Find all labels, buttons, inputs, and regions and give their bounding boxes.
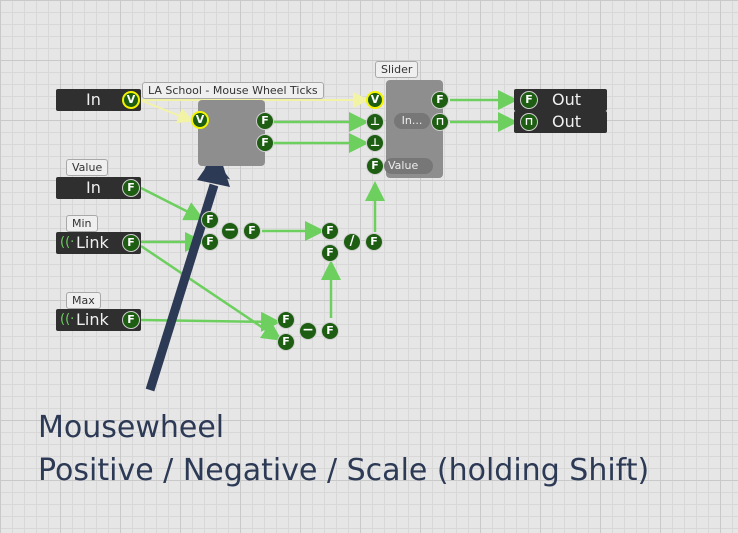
min-tag: Min [66, 215, 98, 232]
max-node-port[interactable]: F [122, 311, 140, 329]
caption-line-2: Positive / Negative / Scale (holding Shi… [38, 453, 650, 488]
min-node-port[interactable]: F [122, 234, 140, 252]
wire-max-to-sub2 [140, 311, 281, 332]
sub-top-in-2[interactable]: F [201, 233, 219, 251]
max-node[interactable]: ((· Link F [56, 309, 141, 331]
out-node-1[interactable]: F Out [514, 89, 607, 111]
min-node[interactable]: ((· Link F [56, 232, 141, 254]
div-in-1[interactable]: F [321, 222, 339, 240]
div-out[interactable]: F [365, 233, 383, 251]
max-tag: Max [66, 292, 101, 309]
in-node-port[interactable]: V [122, 91, 140, 109]
in-node[interactable]: In V [56, 89, 141, 111]
wire-in-to-center [139, 99, 194, 123]
slider-out-port-trigger[interactable]: ⊓ [431, 113, 449, 131]
div-op: / [343, 233, 361, 251]
slider-tag: Slider [375, 61, 419, 78]
min-node-label: Link [76, 233, 109, 252]
slider-in-pill: In... [394, 113, 430, 129]
out-node-1-label: Out [552, 90, 582, 109]
mouse-wheel-out-port-1[interactable]: F [256, 112, 274, 130]
out-node-2[interactable]: ⊓ Out [514, 111, 607, 133]
value-node-label: In [86, 178, 101, 197]
link-icon: ((· [60, 235, 75, 250]
out-node-2-label: Out [552, 112, 582, 131]
max-node-label: Link [76, 310, 109, 329]
out-node-1-port[interactable]: F [520, 91, 538, 109]
link-icon: ((· [60, 312, 75, 327]
mouse-wheel-out-port-2[interactable]: F [256, 134, 274, 152]
annotation-arrow [145, 150, 231, 392]
mouse-wheel-node[interactable]: V F F [191, 100, 274, 166]
caption-line-1: Mousewheel [38, 410, 225, 445]
sub-bottom-in-1[interactable]: F [277, 311, 295, 329]
slider-out-port-f[interactable]: F [431, 91, 449, 109]
slider-up-port[interactable]: ⊥ [366, 113, 384, 131]
wire-min-to-sub2 [140, 244, 283, 341]
sub-bottom-op: − [299, 322, 317, 340]
value-node[interactable]: In F [56, 177, 141, 199]
slider-down-port[interactable]: ⊥ [366, 134, 384, 152]
sub-top-out[interactable]: F [243, 222, 261, 240]
slider-value-pill: Value [384, 158, 433, 174]
title-tag: LA School - Mouse Wheel Ticks [142, 82, 324, 99]
slider-value-port[interactable]: F [366, 157, 384, 175]
sub-bottom-in-2[interactable]: F [277, 333, 295, 351]
sub-top-op: − [221, 222, 239, 240]
out-node-2-port[interactable]: ⊓ [520, 113, 538, 131]
sub-top-in-1[interactable]: F [201, 211, 219, 229]
value-tag: Value [66, 159, 109, 176]
in-node-label: In [86, 90, 101, 109]
div-in-2[interactable]: F [321, 244, 339, 262]
value-node-port[interactable]: F [122, 179, 140, 197]
slider-node[interactable]: V ⊥ ⊥ F Value In... F ⊓ [366, 80, 449, 178]
mouse-wheel-in-port[interactable]: V [191, 111, 209, 129]
wire-value-to-sub [140, 186, 205, 221]
sub-bottom-out[interactable]: F [321, 322, 339, 340]
slider-in-port[interactable]: V [366, 91, 384, 109]
